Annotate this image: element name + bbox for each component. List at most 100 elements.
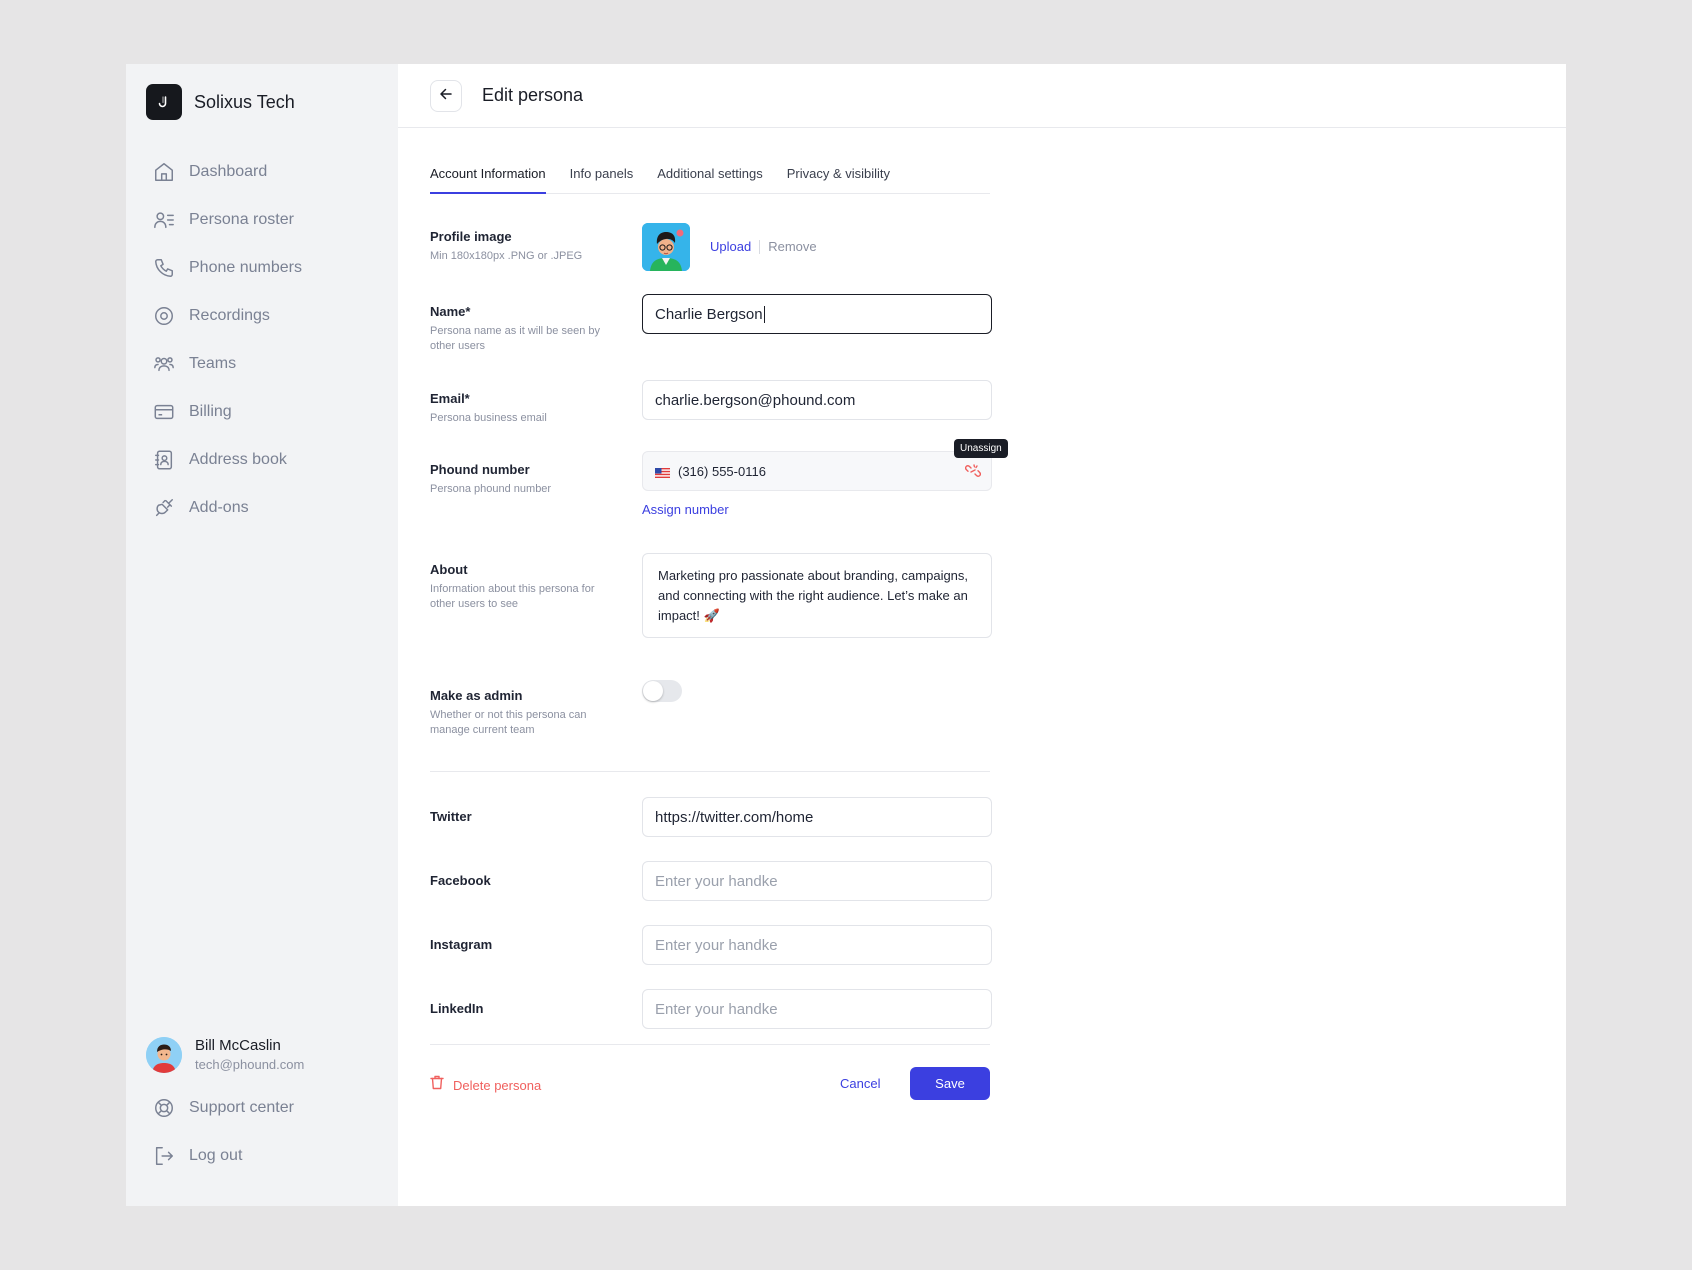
user-email: tech@phound.com bbox=[195, 1057, 305, 1072]
linkedin-row: LinkedIn Enter your handke bbox=[430, 989, 992, 1029]
upload-button[interactable]: Upload bbox=[710, 239, 751, 254]
current-user[interactable]: Bill McCaslin tech@phound.com bbox=[146, 1036, 304, 1074]
app-window: Solixus Tech Dashboard Persona roster Ph… bbox=[126, 64, 1566, 1206]
field-hint: Information about this persona for other… bbox=[430, 583, 595, 610]
sidebar-item-log-out[interactable]: Log out bbox=[152, 1132, 294, 1180]
email-input-value: charlie.bergson@phound.com bbox=[655, 391, 856, 409]
instagram-input-placeholder: Enter your handke bbox=[655, 936, 778, 954]
twitter-input[interactable]: https://twitter.com/home bbox=[642, 797, 992, 837]
text-caret bbox=[763, 305, 765, 323]
name-input[interactable]: Charlie Bergson bbox=[642, 294, 992, 334]
toggle-knob bbox=[643, 681, 663, 701]
lifebuoy-icon bbox=[152, 1096, 176, 1120]
main-content: Edit persona Account Information Info pa… bbox=[398, 64, 1566, 1206]
email-row: Email* Persona business email charlie.be… bbox=[430, 380, 992, 426]
section-divider bbox=[430, 771, 990, 772]
admin-toggle[interactable] bbox=[642, 680, 682, 702]
about-textarea[interactable]: Marketing pro passionate about branding,… bbox=[642, 553, 992, 638]
instagram-input[interactable]: Enter your handke bbox=[642, 925, 992, 965]
phone-icon bbox=[152, 256, 176, 280]
arrow-left-icon bbox=[439, 87, 453, 106]
home-icon bbox=[152, 160, 176, 184]
email-input[interactable]: charlie.bergson@phound.com bbox=[642, 380, 992, 420]
sidebar-item-dashboard[interactable]: Dashboard bbox=[152, 148, 382, 196]
credit-card-icon bbox=[152, 400, 176, 424]
back-button[interactable] bbox=[430, 80, 462, 112]
tab-account-information[interactable]: Account Information bbox=[430, 160, 546, 194]
form-footer: Delete persona Cancel Save bbox=[430, 1067, 990, 1101]
field-label: Make as admin bbox=[430, 688, 523, 703]
brand-name: Solixus Tech bbox=[194, 91, 295, 112]
sidebar-item-label: Teams bbox=[189, 355, 237, 372]
tab-info-panels[interactable]: Info panels bbox=[570, 160, 634, 194]
tab-privacy-visibility[interactable]: Privacy & visibility bbox=[787, 160, 890, 194]
profile-image-row: Profile image Min 180x180px .PNG or .JPE… bbox=[430, 223, 990, 271]
profile-image-control: Upload Remove bbox=[642, 223, 817, 271]
main-nav: Dashboard Persona roster Phone numbers R… bbox=[152, 148, 382, 532]
phone-number-field[interactable]: (316) 555-0116 bbox=[642, 451, 992, 491]
tab-bar: Account Information Info panels Addition… bbox=[430, 160, 990, 194]
sidebar-item-label: Recordings bbox=[189, 307, 270, 324]
field-hint: Persona phound number bbox=[430, 483, 552, 495]
brand[interactable]: Solixus Tech bbox=[146, 84, 295, 120]
admin-row: Make as admin Whether or not this person… bbox=[430, 680, 990, 738]
cancel-button[interactable]: Cancel bbox=[840, 1076, 880, 1091]
sidebar-item-persona-roster[interactable]: Persona roster bbox=[152, 196, 382, 244]
profile-image[interactable] bbox=[642, 223, 690, 271]
us-flag-icon bbox=[655, 466, 670, 478]
sidebar-item-support-center[interactable]: Support center bbox=[152, 1084, 294, 1132]
unlink-icon[interactable] bbox=[964, 464, 982, 481]
bottom-nav: Support center Log out bbox=[152, 1084, 294, 1180]
name-row: Name* Persona name as it will be seen by… bbox=[430, 294, 992, 354]
address-book-icon bbox=[152, 448, 176, 472]
field-hint: Min 180x180px .PNG or .JPEG bbox=[430, 250, 583, 262]
user-list-icon bbox=[152, 208, 176, 232]
phone-number-value: (316) 555-0116 bbox=[678, 463, 766, 479]
phound-number-row: Phound number Persona phound number (316… bbox=[430, 439, 1008, 517]
trash-icon bbox=[430, 1075, 444, 1095]
sidebar-item-address-book[interactable]: Address book bbox=[152, 436, 382, 484]
avatar bbox=[146, 1037, 182, 1073]
sidebar-item-label: Dashboard bbox=[189, 163, 268, 180]
page-title: Edit persona bbox=[482, 85, 584, 105]
team-icon bbox=[152, 352, 176, 376]
sidebar-item-label: Log out bbox=[189, 1147, 243, 1164]
save-button[interactable]: Save bbox=[910, 1067, 990, 1100]
delete-persona-label: Delete persona bbox=[453, 1077, 542, 1093]
sidebar-item-phone-numbers[interactable]: Phone numbers bbox=[152, 244, 382, 292]
header: Edit persona bbox=[398, 64, 1566, 128]
sidebar: Solixus Tech Dashboard Persona roster Ph… bbox=[126, 64, 398, 1206]
unassign-tooltip: Unassign bbox=[954, 439, 1008, 458]
linkedin-input[interactable]: Enter your handke bbox=[642, 989, 992, 1029]
record-icon bbox=[152, 304, 176, 328]
facebook-input[interactable]: Enter your handke bbox=[642, 861, 992, 901]
logout-icon bbox=[152, 1144, 176, 1168]
sidebar-item-teams[interactable]: Teams bbox=[152, 340, 382, 388]
linkedin-input-placeholder: Enter your handke bbox=[655, 1000, 778, 1018]
sidebar-item-label: Persona roster bbox=[189, 211, 294, 228]
assign-number-link[interactable]: Assign number bbox=[642, 502, 992, 517]
sidebar-item-label: Billing bbox=[189, 403, 232, 420]
twitter-input-value: https://twitter.com/home bbox=[655, 808, 814, 826]
field-hint: Persona business email bbox=[430, 412, 547, 424]
sidebar-item-add-ons[interactable]: Add-ons bbox=[152, 484, 382, 532]
brand-logo-icon bbox=[146, 84, 182, 120]
remove-button[interactable]: Remove bbox=[768, 239, 816, 254]
delete-persona-button[interactable]: Delete persona bbox=[430, 1075, 541, 1095]
sidebar-item-label: Address book bbox=[189, 451, 287, 468]
footer-divider bbox=[430, 1044, 990, 1045]
field-hint: Persona name as it will be seen by other… bbox=[430, 325, 600, 352]
divider bbox=[759, 239, 761, 254]
sidebar-item-label: Add-ons bbox=[189, 499, 249, 516]
sidebar-item-billing[interactable]: Billing bbox=[152, 388, 382, 436]
sidebar-item-recordings[interactable]: Recordings bbox=[152, 292, 382, 340]
sidebar-item-label: Support center bbox=[189, 1099, 294, 1116]
user-name: Bill McCaslin bbox=[195, 1037, 281, 1054]
facebook-input-placeholder: Enter your handke bbox=[655, 872, 778, 890]
facebook-row: Facebook Enter your handke bbox=[430, 861, 992, 901]
name-input-value: Charlie Bergson bbox=[655, 305, 763, 323]
sidebar-item-label: Phone numbers bbox=[189, 259, 302, 276]
instagram-row: Instagram Enter your handke bbox=[430, 925, 992, 965]
tab-additional-settings[interactable]: Additional settings bbox=[657, 160, 763, 194]
about-row: About Information about this persona for… bbox=[430, 553, 992, 638]
